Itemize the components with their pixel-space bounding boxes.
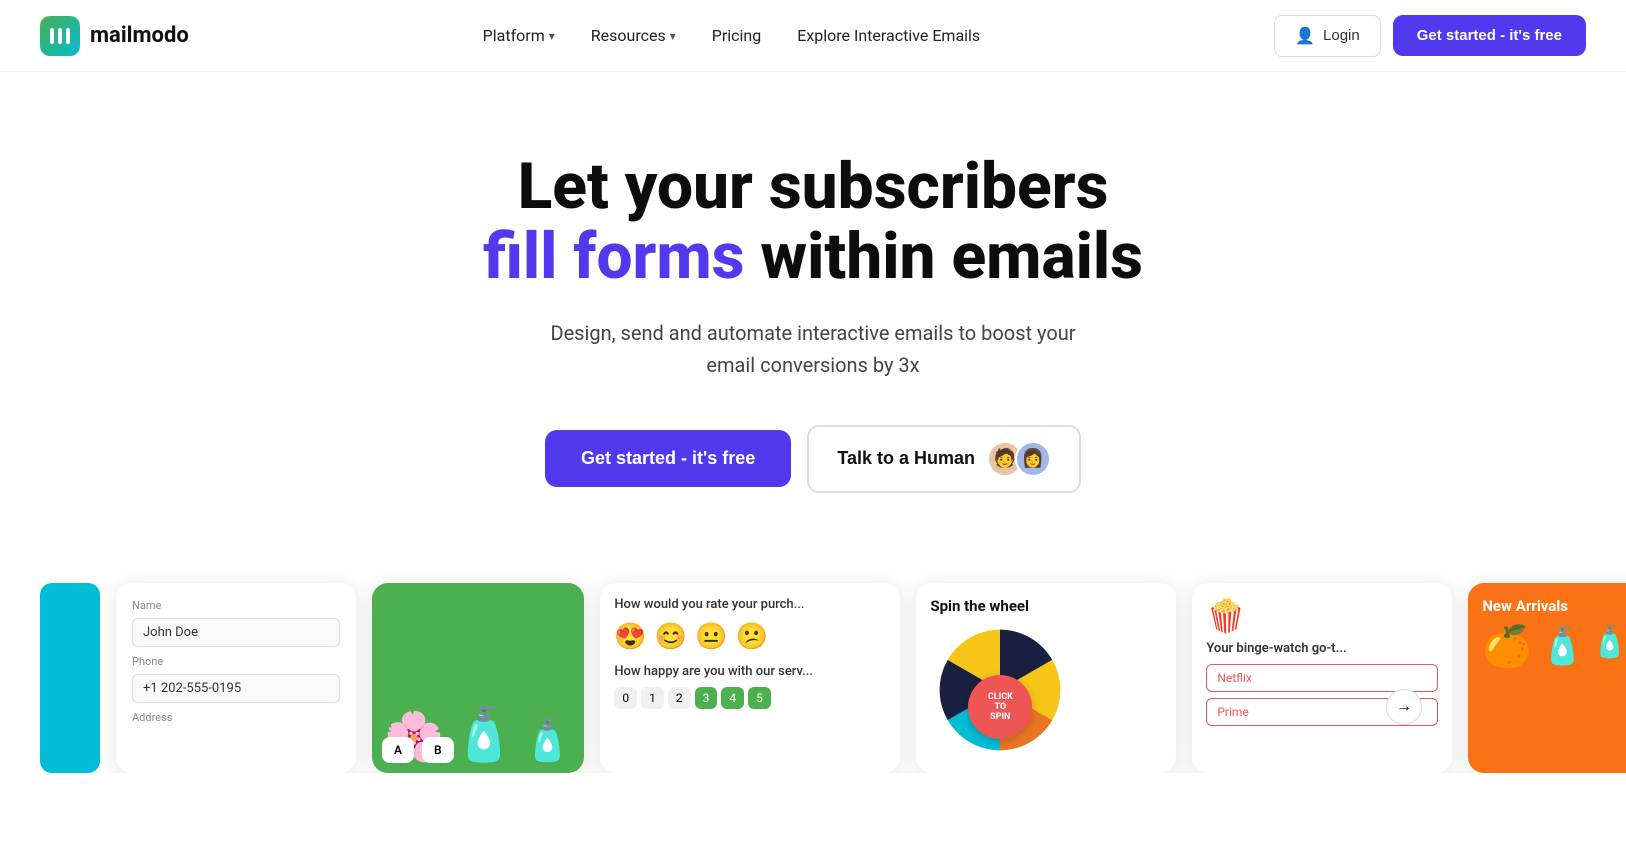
phone-label: Phone bbox=[132, 655, 340, 668]
nav-links: Platform ▾ Resources ▾ Pricing Explore I… bbox=[469, 18, 995, 53]
address-label: Address bbox=[132, 711, 340, 724]
emoji-rating-row: 😍😊😐😕 bbox=[614, 622, 886, 652]
avatar: 👩 bbox=[1015, 441, 1051, 477]
wheel-container: CLICK TO SPIN bbox=[930, 625, 1070, 759]
nav-actions: 👤 Login Get started - it's free bbox=[1274, 15, 1586, 57]
hero-buttons: Get started - it's free Talk to a Human … bbox=[545, 425, 1081, 493]
navbar: mailmodo Platform ▾ Resources ▾ Pricing … bbox=[0, 0, 1626, 72]
spin-overlay[interactable]: CLICK TO SPIN bbox=[968, 675, 1032, 739]
hero-title: Let your subscribers fill forms within e… bbox=[483, 152, 1143, 293]
teal-accent-bar bbox=[40, 583, 100, 773]
user-icon: 👤 bbox=[1295, 26, 1315, 46]
survey-subtitle: How happy are you with our serv... bbox=[614, 664, 886, 679]
logo[interactable]: mailmodo bbox=[40, 16, 189, 56]
product-email-card: 🌸 🧴 🧴 A B bbox=[372, 583, 584, 773]
logo-text: mailmodo bbox=[90, 23, 189, 48]
name-label: Name bbox=[132, 599, 340, 612]
phone-value: +1 202-555-0195 bbox=[132, 674, 340, 703]
survey-title: How would you rate your purch... bbox=[614, 597, 886, 612]
netflix-option: Netflix bbox=[1206, 664, 1438, 692]
form-email-card: Name John Doe Phone +1 202-555-0195 Addr… bbox=[116, 583, 356, 773]
nav-explore[interactable]: Explore Interactive Emails bbox=[783, 18, 994, 53]
nav-platform[interactable]: Platform ▾ bbox=[469, 18, 569, 53]
carousel-next-button[interactable]: → bbox=[1386, 689, 1422, 725]
wheel-email-card: Spin the wheel bbox=[916, 583, 1176, 773]
arrivals-email-card: New Arrivals 🍊 🧴 🧴 bbox=[1468, 583, 1626, 773]
popcorn-icon: 🍿 bbox=[1206, 597, 1438, 635]
survey-email-card: How would you rate your purch... 😍😊😐😕 Ho… bbox=[600, 583, 900, 773]
hero-cta-button[interactable]: Get started - it's free bbox=[545, 430, 791, 487]
name-value: John Doe bbox=[132, 618, 340, 647]
talk-to-human-button[interactable]: Talk to a Human 🧑 👩 bbox=[807, 425, 1081, 493]
arrivals-title: New Arrivals bbox=[1482, 597, 1626, 615]
chevron-down-icon: ▾ bbox=[549, 29, 555, 43]
chevron-down-icon: ▾ bbox=[670, 29, 676, 43]
nav-resources[interactable]: Resources ▾ bbox=[577, 18, 690, 53]
binge-email-card: 🍿 Your binge-watch go-t... Netflix Prime bbox=[1192, 583, 1452, 773]
hero-section: Let your subscribers fill forms within e… bbox=[0, 72, 1626, 553]
avatar-group: 🧑 👩 bbox=[987, 441, 1051, 477]
card-strip: Name John Doe Phone +1 202-555-0195 Addr… bbox=[0, 553, 1626, 773]
nav-cta-button[interactable]: Get started - it's free bbox=[1393, 15, 1586, 56]
binge-title: Your binge-watch go-t... bbox=[1206, 641, 1438, 656]
wheel-title: Spin the wheel bbox=[930, 597, 1162, 615]
nav-pricing[interactable]: Pricing bbox=[698, 18, 776, 53]
login-button[interactable]: 👤 Login bbox=[1274, 15, 1381, 57]
logo-icon bbox=[40, 16, 80, 56]
hero-subtitle: Design, send and automate interactive em… bbox=[533, 317, 1093, 381]
